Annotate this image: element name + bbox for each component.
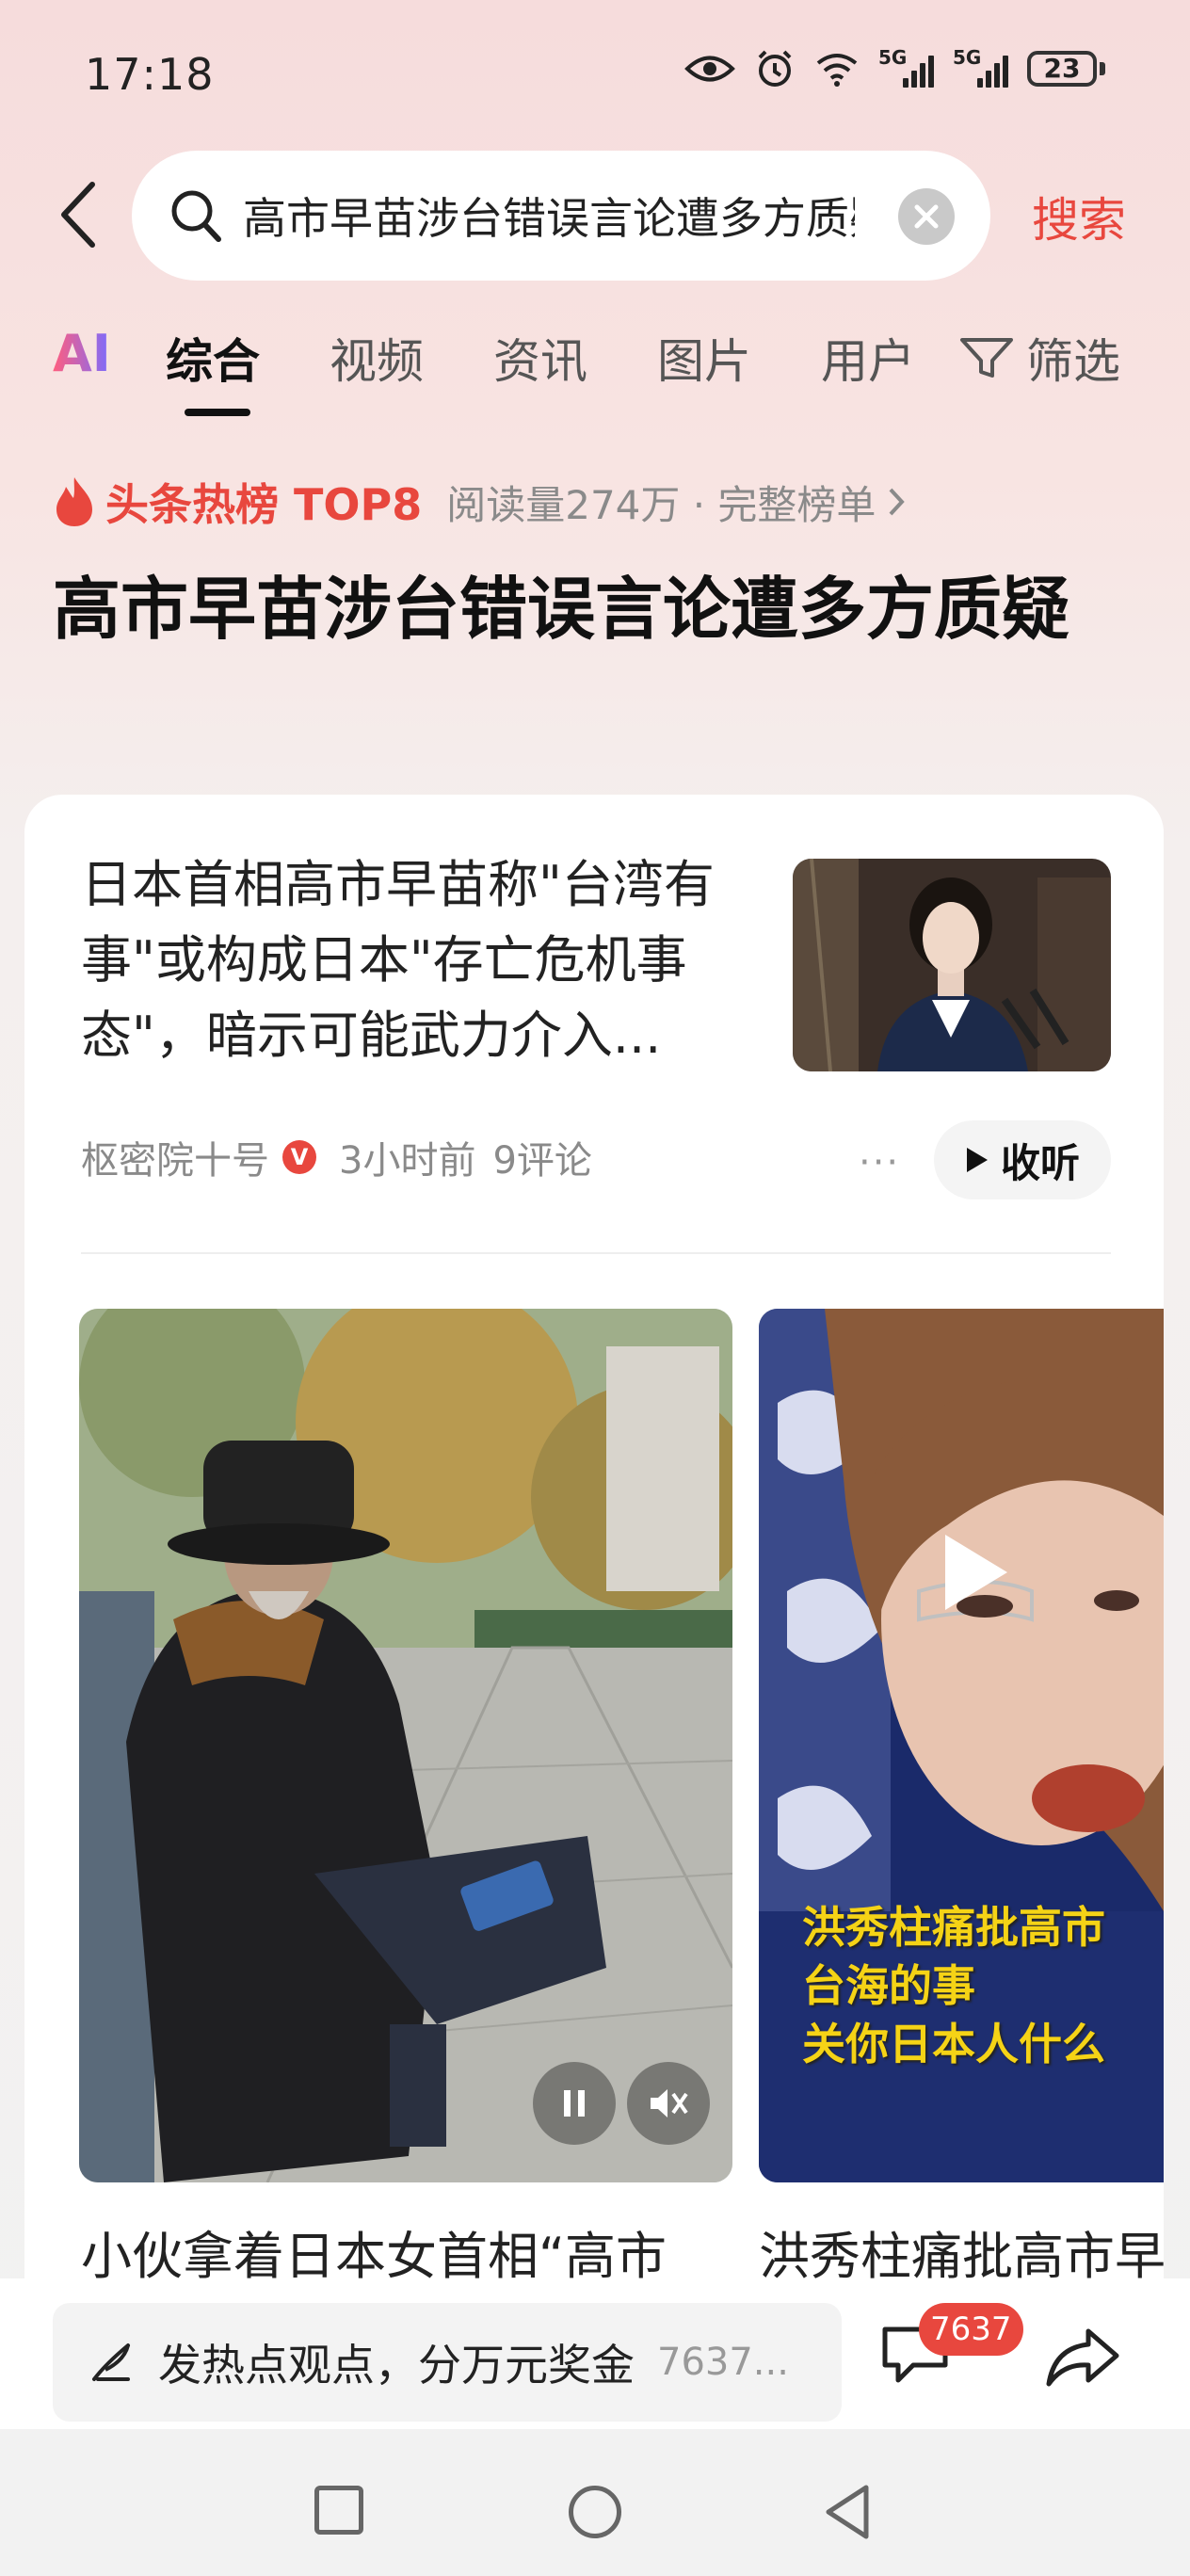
status-time: 17:18 — [85, 49, 215, 100]
tab-users[interactable]: 用户 — [821, 324, 915, 392]
mute-button[interactable] — [627, 2062, 710, 2145]
battery-icon: 23 — [1027, 51, 1105, 87]
video-card-1[interactable] — [79, 1309, 732, 2182]
listen-label: 收听 — [1000, 1139, 1080, 1186]
article-comments[interactable]: 9评论 — [492, 1130, 591, 1184]
comment-count-badge: 7637 — [919, 2303, 1023, 2356]
topic-title: 高市早苗涉台错误言论遭多方质疑 — [53, 570, 1070, 649]
comment-input[interactable]: 发热点观点，分万元奖金 7637... — [53, 2303, 842, 2422]
nav-back-icon — [826, 2485, 869, 2539]
cellular-signal-1-icon: 5G — [878, 46, 934, 88]
tab-video[interactable]: 视频 — [330, 324, 424, 392]
battery-level: 23 — [1027, 51, 1097, 87]
play-overlay-icon[interactable] — [925, 1525, 1019, 1619]
video-card-2[interactable]: 洪秀柱痛批高市 台海的事 关你日本人什么 — [759, 1309, 1164, 2182]
back-button[interactable] — [53, 177, 105, 252]
article-title[interactable]: 日本首相高市早苗称"台湾有事"或构成日本"存亡危机事态"，暗示可能武力介入... — [81, 847, 759, 1073]
filter-icon — [960, 338, 1013, 378]
clear-search-button[interactable] — [898, 188, 955, 245]
chevron-right-icon — [889, 488, 906, 516]
search-input[interactable] — [243, 185, 855, 247]
share-button[interactable] — [1045, 2326, 1120, 2393]
tab-ai[interactable]: AI — [53, 324, 111, 383]
filter-label: 筛选 — [1026, 334, 1120, 389]
active-tab-indicator — [185, 409, 250, 416]
tab-all[interactable]: 综合 — [166, 324, 260, 392]
hot-list-badge: 头条热榜 TOP8 — [105, 479, 423, 530]
article-source[interactable]: 枢密院十号 — [81, 1130, 269, 1184]
share-icon — [1046, 2328, 1119, 2387]
search-icon — [168, 185, 224, 249]
filter-button[interactable]: 筛选 — [958, 324, 1120, 392]
back-icon — [61, 182, 95, 248]
nav-back-button[interactable] — [821, 2482, 874, 2546]
video-caption-line-2: 台海的事 — [802, 1960, 975, 2011]
comment-count-text: 7637... — [657, 2341, 789, 2384]
play-icon — [966, 1148, 988, 1172]
article-meta: 枢密院十号 V 3小时前 9评论 — [81, 1130, 592, 1184]
alarm-icon — [754, 47, 796, 90]
nav-recents-button[interactable] — [314, 2486, 363, 2535]
hot-list-meta: 阅读量274万 · 完整榜单 — [446, 481, 876, 528]
status-icons: 5G 5G 23 — [684, 46, 1105, 90]
video-caption-line-3: 关你日本人什么 — [802, 2019, 1105, 2069]
listen-button[interactable]: 收听 — [934, 1120, 1111, 1199]
divider — [81, 1252, 1111, 1254]
pen-icon — [92, 2343, 130, 2381]
tab-images[interactable]: 图片 — [657, 324, 751, 392]
tab-news[interactable]: 资讯 — [493, 324, 587, 392]
pause-icon — [564, 2090, 585, 2117]
nav-home-button[interactable] — [569, 2486, 621, 2538]
verified-badge: V — [282, 1140, 316, 1174]
fire-icon — [56, 477, 92, 526]
clear-icon — [914, 204, 939, 229]
wifi-icon — [814, 47, 860, 90]
cellular-signal-2-icon: 5G — [953, 46, 1008, 88]
mute-icon — [651, 2089, 688, 2117]
hot-list-row[interactable]: 头条热榜 TOP8 阅读量274万 · 完整榜单 — [53, 471, 908, 533]
search-button[interactable]: 搜索 — [1032, 183, 1126, 250]
pause-button[interactable] — [533, 2062, 616, 2145]
more-button[interactable]: ··· — [859, 1141, 900, 1184]
video-caption-line-1: 洪秀柱痛批高市 — [802, 1902, 1105, 1953]
article-time: 3小时前 — [339, 1139, 476, 1183]
article-thumbnail[interactable] — [793, 859, 1111, 1071]
comment-placeholder: 发热点观点，分万元奖金 — [158, 2340, 635, 2391]
eye-icon — [684, 47, 735, 90]
